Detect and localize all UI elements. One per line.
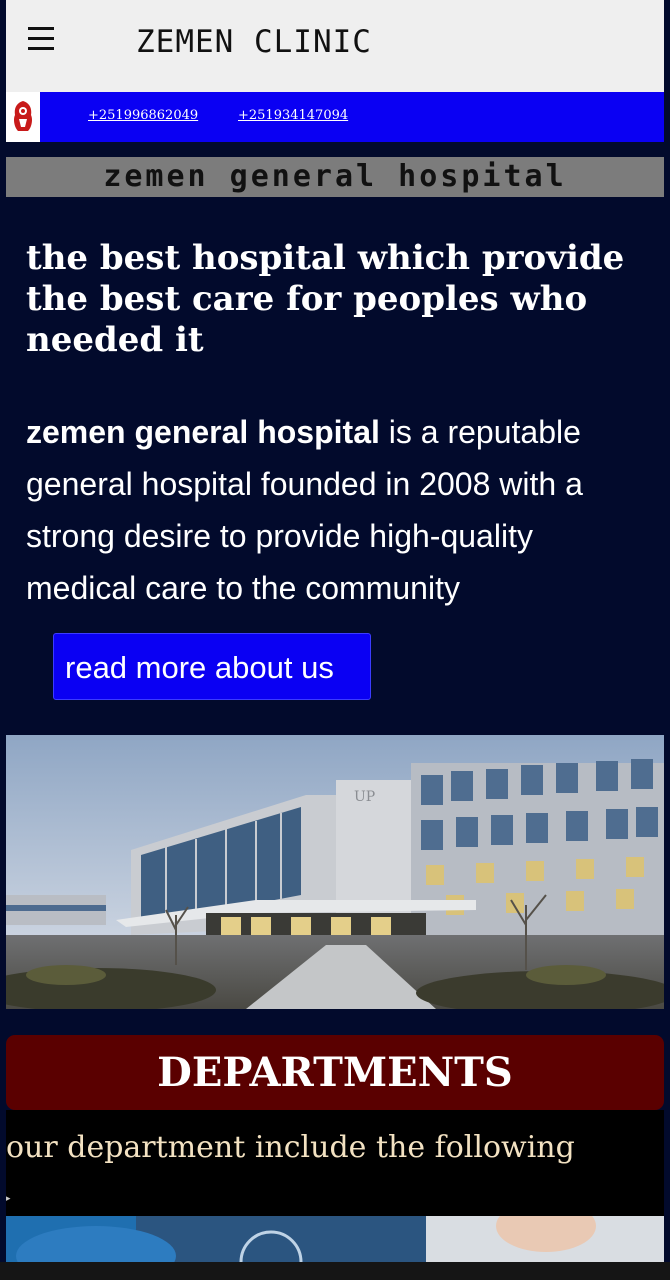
intro-bold-name: zemen general hospital <box>26 414 380 450</box>
departments-heading: DEPARTMENTS <box>6 1035 664 1110</box>
system-bottom-bar <box>0 1262 670 1280</box>
hamburger-menu-icon[interactable] <box>28 27 54 51</box>
contact-bar: +251996862049 +251934147094 <box>6 92 664 142</box>
clinic-logo-icon <box>6 92 40 142</box>
read-more-button[interactable]: read more about us <box>53 633 371 700</box>
intro-paragraph: zemen general hospital is a reputable ge… <box>26 406 651 614</box>
play-marker-icon: ▸ <box>6 1194 11 1204</box>
phone-link-primary[interactable]: +251996862049 <box>88 108 198 123</box>
phone-link-secondary[interactable]: +251934147094 <box>238 108 348 123</box>
departments-intro-box: our department include the following ▸ <box>6 1110 664 1216</box>
hospital-building-photo: UP <box>6 735 664 1009</box>
doctor-photo <box>6 1216 664 1262</box>
top-navbar: ZEMEN CLINIC <box>6 0 664 92</box>
departments-subtitle: our department include the following <box>6 1130 575 1165</box>
svg-text:UP: UP <box>354 789 375 805</box>
hero-headline: the best hospital which provide the best… <box>26 238 625 360</box>
site-title: ZEMEN CLINIC <box>136 24 372 60</box>
hospital-name-banner: zemen general hospital <box>6 157 664 197</box>
